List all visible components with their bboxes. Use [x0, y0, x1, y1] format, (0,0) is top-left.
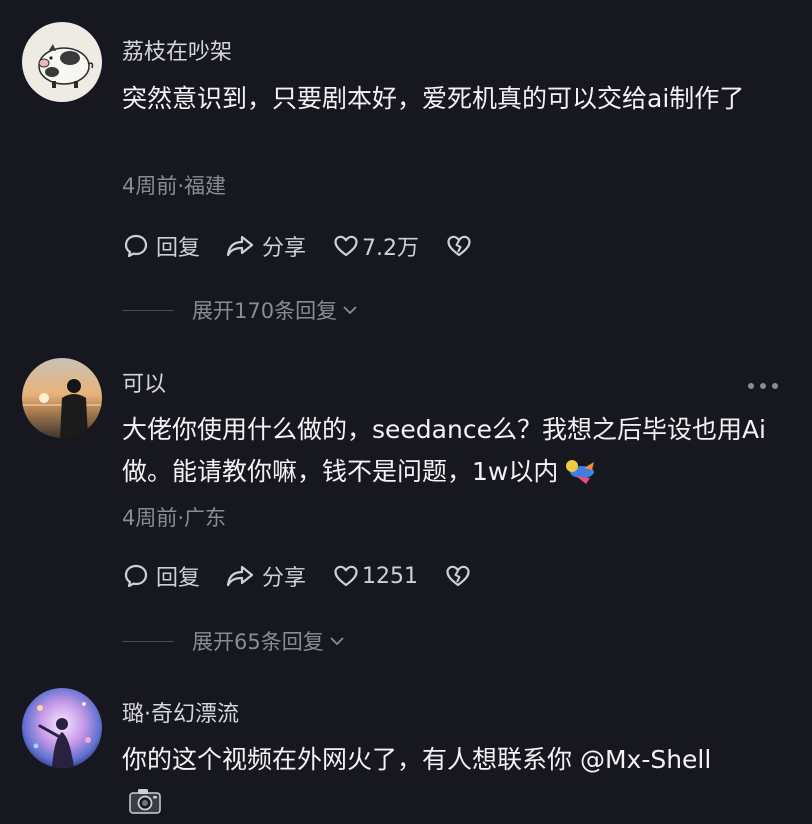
- comment-text: 大佬你使用什么做的，seedance么？我想之后毕设也用Ai做。能请教你嘛，钱不…: [122, 409, 782, 493]
- expand-label: 展开65条回复: [192, 630, 324, 654]
- share-label: 分享: [262, 236, 307, 261]
- comment-text: 你的这个视频在外网火了，有人想联系你 @Mx-Shell: [122, 745, 712, 774]
- expand-replies: 展开170条回复: [122, 295, 359, 325]
- share-arrow-icon: [226, 235, 254, 257]
- expand-replies-button[interactable]: 展开170条回复: [192, 295, 359, 325]
- like-count: 1251: [362, 563, 419, 589]
- expand-label: 展开170条回复: [192, 299, 338, 323]
- reply-button[interactable]: 回复: [122, 230, 200, 262]
- comment-text: 突然意识到，只要剧本好，爱死机真的可以交给ai制作了: [122, 84, 745, 113]
- comment-actions: 回复 分享 1251: [122, 558, 472, 594]
- heart-outline-icon: [334, 565, 358, 587]
- broken-heart-icon: [446, 565, 470, 587]
- divider: [122, 309, 174, 311]
- chevron-down-icon: [330, 637, 344, 646]
- reply-label: 回复: [156, 566, 201, 591]
- like-count: 7.2万: [362, 236, 420, 261]
- comment-text-content: 大佬你使用什么做的，seedance么？我想之后毕设也用Ai做。能请教你嘛，钱不…: [122, 415, 766, 486]
- like-button[interactable]: 1251: [332, 562, 418, 590]
- avatar[interactable]: [22, 358, 102, 438]
- comments-page: 荔枝在吵架 突然意识到，只要剧本好，爱死机真的可以交给ai制作了 4周前·福建 …: [0, 0, 812, 824]
- username[interactable]: 可以: [122, 366, 166, 398]
- avatar[interactable]: [22, 688, 102, 768]
- more-options-button[interactable]: [748, 379, 778, 393]
- username[interactable]: 荔枝在吵架: [122, 34, 232, 66]
- username[interactable]: 璐·奇幻漂流: [122, 696, 239, 728]
- flying-emoji-icon: [566, 460, 595, 484]
- share-label: 分享: [262, 566, 307, 591]
- comment-bubble-icon: [124, 564, 148, 588]
- share-arrow-icon: [226, 565, 254, 587]
- avatar[interactable]: [22, 22, 102, 102]
- chevron-down-icon: [343, 306, 357, 315]
- comment-meta: 4周前·福建: [122, 174, 227, 198]
- comment-meta: 4周前·广东: [122, 506, 227, 530]
- broken-heart-icon: [447, 235, 471, 257]
- camera-icon: [129, 789, 161, 814]
- sunset-avatar-image: [22, 358, 102, 438]
- heart-outline-icon: [334, 235, 358, 257]
- divider: [122, 640, 174, 642]
- comment-bubble-icon: [124, 234, 148, 258]
- like-button[interactable]: 7.2万: [332, 230, 419, 262]
- reply-label: 回复: [156, 236, 201, 261]
- share-button[interactable]: 分享: [224, 560, 306, 592]
- reply-button[interactable]: 回复: [122, 560, 200, 592]
- dislike-button[interactable]: [445, 232, 473, 260]
- comment-actions: 回复 分享 7.2万: [122, 228, 473, 264]
- share-button[interactable]: 分享: [224, 230, 306, 262]
- image-attachment-button[interactable]: [128, 786, 162, 820]
- expand-replies-button[interactable]: 展开65条回复: [192, 626, 346, 656]
- fantasy-avatar-image: [22, 688, 102, 768]
- pig-avatar-image: [38, 44, 94, 88]
- expand-replies: 展开65条回复: [122, 626, 346, 656]
- dislike-button[interactable]: [444, 562, 472, 590]
- more-dots-icon: [748, 383, 754, 389]
